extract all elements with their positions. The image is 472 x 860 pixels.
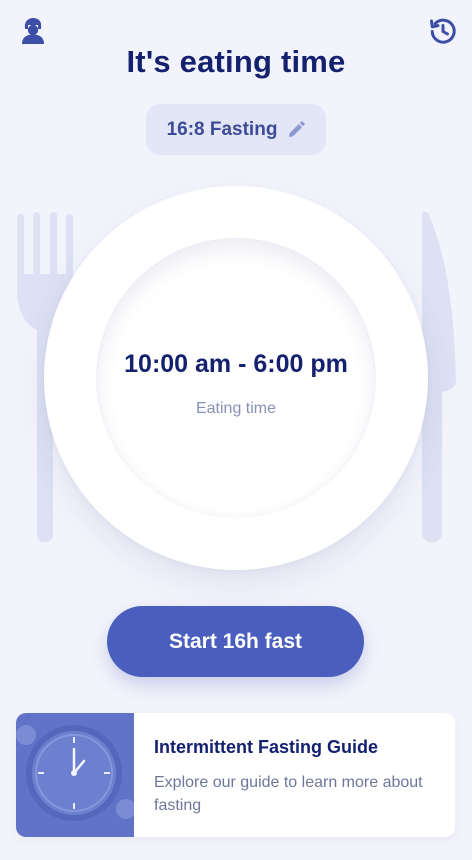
profile-button[interactable] [19, 16, 47, 44]
history-button[interactable] [428, 16, 456, 44]
guide-description: Explore our guide to learn more about fa… [154, 774, 423, 814]
fasting-plan-label: 16:8 Fasting [166, 118, 278, 140]
eating-time-screen: It's eating time 16:8 Fasting 10:00 am -… [0, 0, 472, 860]
page-title: It's eating time [126, 44, 346, 79]
clock-thumbnail [16, 713, 134, 837]
fasting-guide-card[interactable]: Intermittent Fasting Guide Explore our g… [16, 713, 455, 837]
eating-window-caption: Eating time [195, 400, 277, 417]
history-icon [430, 18, 456, 44]
plate: 10:00 am - 6:00 pm Eating time [44, 186, 428, 570]
fasting-plan-selector[interactable]: 16:8 Fasting [146, 104, 326, 155]
pencil-icon [289, 120, 306, 137]
guide-title: Intermittent Fasting Guide [154, 737, 379, 757]
eating-window-time: 10:00 am - 6:00 pm [124, 350, 348, 378]
profile-icon [22, 18, 44, 44]
start-fast-button[interactable]: Start 16h fast [107, 606, 364, 677]
